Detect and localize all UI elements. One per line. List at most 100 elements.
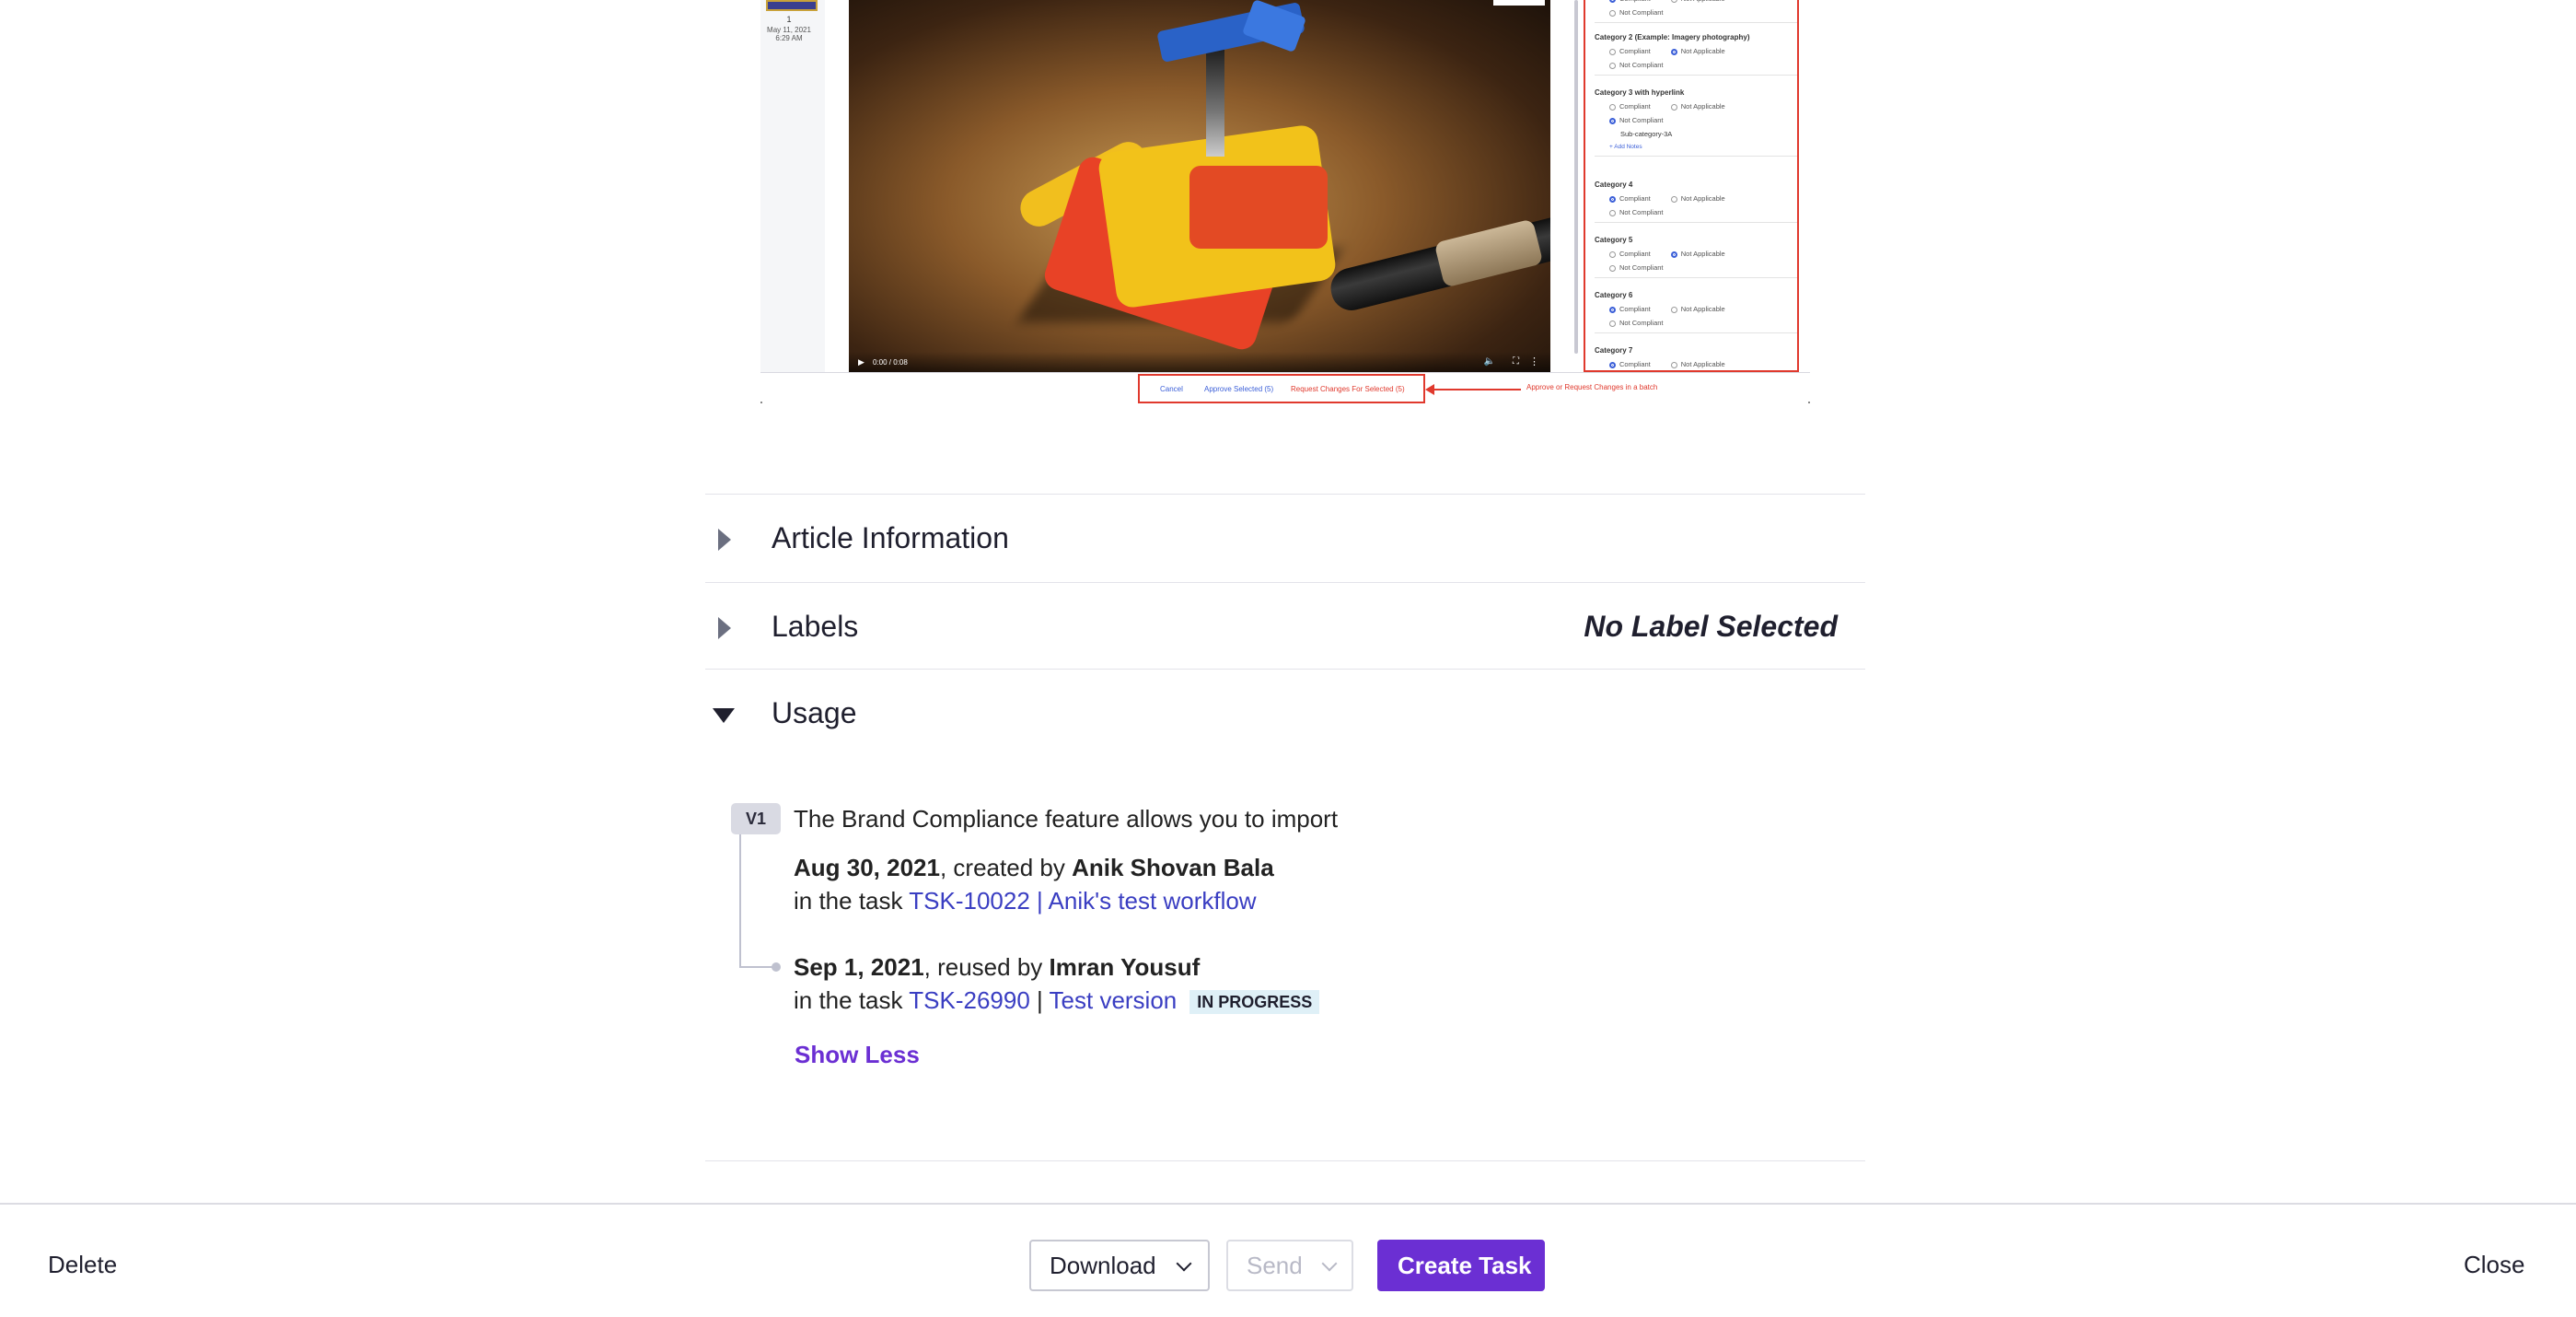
checklist-option[interactable]: Not Compliant (1609, 319, 1664, 327)
radio-icon[interactable] (1670, 48, 1677, 55)
video-player[interactable]: ▶ 0:00 / 0:08 🔈 ⛶ ⋮ (849, 0, 1550, 372)
thumbnail-number: 1 (786, 15, 792, 24)
radio-icon[interactable] (1609, 320, 1616, 327)
radio-icon[interactable] (1609, 306, 1616, 313)
video-controls: ▶ 0:00 / 0:08 🔈 ⛶ ⋮ (849, 352, 1550, 372)
radio-icon[interactable] (1670, 103, 1677, 111)
radio-icon[interactable] (1609, 0, 1616, 3)
checklist-option[interactable]: Not Applicable (1670, 250, 1725, 258)
checklist-option[interactable]: Compliant (1609, 194, 1651, 203)
show-less-button[interactable]: Show Less (795, 1041, 920, 1069)
checklist-option[interactable]: Not Compliant (1609, 263, 1664, 272)
checklist-option[interactable]: Compliant (1609, 305, 1651, 313)
checklist-category-title[interactable]: Category 2 (Example: Imagery photography… (1595, 33, 1797, 41)
radio-icon[interactable] (1670, 306, 1677, 313)
radio-icon[interactable] (1609, 264, 1616, 272)
preview-corner-mark-left (760, 402, 762, 403)
radio-icon[interactable] (1609, 209, 1616, 216)
task-link[interactable]: TSK-10022 | Anik's test workflow (909, 887, 1256, 915)
accordion-usage[interactable]: Usage (705, 670, 1865, 757)
usage-tree-branch (739, 966, 776, 968)
checklist-option[interactable]: Not Applicable (1670, 102, 1725, 111)
accordion-labels[interactable]: Labels No Label Selected (705, 584, 1865, 670)
checklist-option[interactable]: Not Compliant (1609, 116, 1664, 124)
section-divider (705, 669, 1865, 670)
checklist-option[interactable]: Compliant (1609, 47, 1651, 55)
checklist-option[interactable]: Compliant (1609, 250, 1651, 258)
create-task-button[interactable]: Create Task (1377, 1240, 1545, 1291)
checklist-category-title[interactable]: Category 4 (1595, 181, 1797, 189)
checklist-divider (1595, 332, 1797, 333)
batch-cancel-button[interactable]: Cancel (1160, 385, 1183, 393)
checklist-option[interactable]: Not Compliant (1609, 8, 1664, 17)
radio-icon[interactable] (1609, 195, 1616, 203)
radio-icon[interactable] (1609, 62, 1616, 69)
checklist-row: Compliant Not Applicable (1609, 360, 1797, 368)
section-divider (705, 1160, 1865, 1161)
batch-action-bar: Cancel Approve Selected (5) Request Chan… (1138, 374, 1425, 403)
radio-icon[interactable] (1609, 103, 1616, 111)
checklist-option[interactable]: Not Compliant (1609, 208, 1664, 216)
volume-icon[interactable]: 🔈 (1484, 356, 1495, 367)
checklist-option[interactable]: Compliant (1609, 102, 1651, 111)
checklist-option[interactable]: Not Applicable (1670, 360, 1725, 368)
send-button[interactable]: Send (1226, 1240, 1353, 1291)
batch-approve-button[interactable]: Approve Selected (5) (1204, 385, 1273, 393)
radio-icon[interactable] (1609, 48, 1616, 55)
video-time: 0:00 / 0:08 (873, 358, 908, 367)
checklist-category-title[interactable]: Category 6 (1595, 291, 1797, 299)
thumbnail-date: May 11, 2021 6:29 AM (760, 26, 818, 42)
version-thumbnail[interactable] (766, 0, 818, 11)
checklist-category-title[interactable]: Category 7 (1595, 346, 1797, 355)
play-icon[interactable]: ▶ (858, 357, 864, 367)
more-options-icon[interactable]: ⋮ (1529, 355, 1539, 367)
checklist-option[interactable]: Not Applicable (1670, 0, 1725, 3)
checklist-option-label: Not Compliant (1619, 8, 1664, 17)
caret-right-icon (718, 617, 731, 639)
compliance-checklist: CompliantNot ApplicableNot CompliantCate… (1584, 0, 1799, 372)
usage-entry: Sep 1, 2021, reused by Imran Yousuf in t… (794, 950, 1320, 1017)
batch-request-changes-button[interactable]: Request Changes For Selected (5) (1291, 385, 1405, 393)
fullscreen-icon[interactable]: ⛶ (1513, 356, 1519, 367)
checklist-category-title[interactable]: Category 3 with hyperlink (1595, 88, 1797, 97)
radio-icon[interactable] (1670, 0, 1677, 3)
caret-right-icon (718, 529, 731, 551)
checklist-subcategory[interactable]: Sub-category-3A (1620, 130, 1797, 138)
radio-icon[interactable] (1609, 251, 1616, 258)
thumbnail-date-line: May 11, 2021 (767, 26, 811, 34)
checklist-option[interactable]: Not Applicable (1670, 305, 1725, 313)
checklist-option[interactable]: Not Applicable (1670, 47, 1725, 55)
radio-icon[interactable] (1670, 361, 1677, 368)
section-divider (705, 582, 1865, 583)
radio-icon[interactable] (1609, 9, 1616, 17)
checklist-option-label: Not Applicable (1680, 360, 1725, 368)
radio-icon[interactable] (1670, 251, 1677, 258)
checklist-option[interactable]: Not Applicable (1670, 194, 1725, 203)
checklist-option-label: Compliant (1619, 0, 1651, 3)
radio-icon[interactable] (1670, 195, 1677, 203)
usage-date: Aug 30, 2021 (794, 854, 940, 881)
radio-icon[interactable] (1609, 361, 1616, 368)
task-name-link[interactable]: Test version (1050, 986, 1178, 1014)
checklist-option-label: Compliant (1619, 360, 1651, 368)
video-frame-red-block (1189, 166, 1328, 249)
close-button[interactable]: Close (2464, 1251, 2524, 1279)
checklist-option[interactable]: Not Compliant (1609, 61, 1664, 69)
download-button[interactable]: Download (1029, 1240, 1210, 1291)
accordion-article-information[interactable]: Article Information (705, 495, 1865, 582)
usage-action: , created by (939, 854, 1073, 881)
usage-task-line: in the task TSK-10022 | Anik's test work… (794, 884, 1274, 917)
usage-description: The Brand Compliance feature allows you … (794, 805, 1339, 833)
annotation-note: Approve or Request Changes in a batch (1526, 383, 1658, 391)
delete-button[interactable]: Delete (48, 1251, 117, 1279)
preview-scrollbar[interactable] (1574, 0, 1578, 354)
task-id-link[interactable]: TSK-26990 (909, 986, 1030, 1014)
checklist-category-title[interactable]: Category 5 (1595, 236, 1797, 244)
checklist-option-label: Compliant (1619, 250, 1651, 258)
checklist-category: Category 6 Compliant Not Applicable Not Com… (1595, 291, 1797, 333)
radio-icon[interactable] (1609, 117, 1616, 124)
checklist-row: Compliant Not Applicable (1609, 305, 1797, 313)
checklist-option[interactable]: Compliant (1609, 360, 1651, 368)
add-notes-link[interactable]: + Add Notes (1609, 144, 1797, 150)
checklist-option[interactable]: Compliant (1609, 0, 1651, 3)
